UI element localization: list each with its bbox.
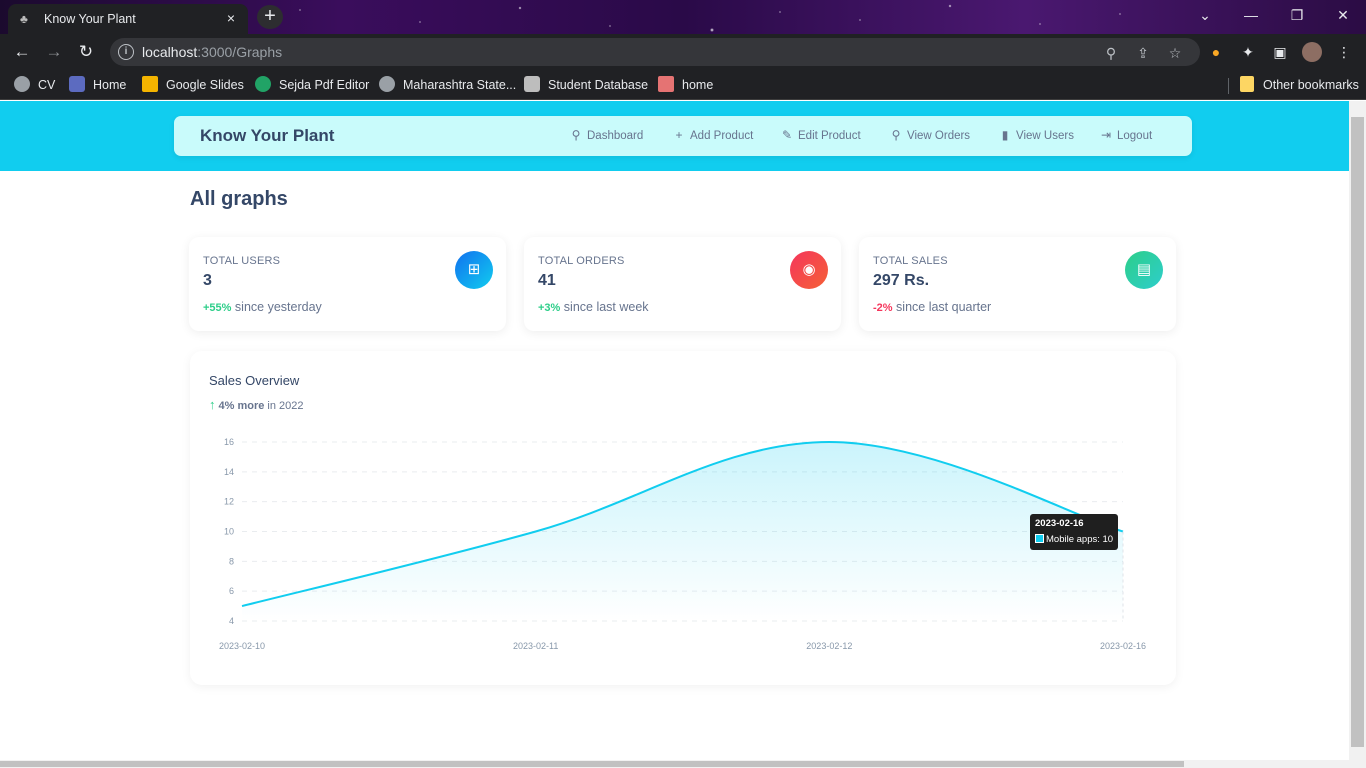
minimize-icon[interactable]: — [1228, 0, 1274, 32]
page-title: All graphs [190, 188, 288, 210]
tooltip-date: 2023-02-16 [1035, 518, 1084, 529]
browser-tab[interactable]: ♣ Know Your Plant × [8, 4, 248, 34]
bookmark-favicon-icon [69, 76, 85, 92]
users-icon: ⊞ [455, 251, 493, 289]
bookmark-maharashtra[interactable]: Maharashtra State... [379, 76, 516, 94]
plus-icon: + [675, 128, 683, 142]
bookmark-google-slides[interactable]: Google Slides [142, 76, 244, 94]
browser-tab-bar: ♣ Know Your Plant × + ⌄ — ❐ ✕ [0, 0, 1366, 34]
nav-view-users[interactable]: ▮ View Users [999, 128, 1074, 142]
extension-icon[interactable]: ● [1206, 42, 1226, 62]
nav-view-orders[interactable]: ⚲ View Orders [890, 128, 970, 142]
stat-value: 41 [538, 272, 556, 289]
tooltip-value: Mobile apps: 10 [1035, 534, 1113, 545]
search-icon: ⚲ [891, 128, 901, 142]
pencil-icon: ✎ [781, 128, 793, 142]
site-info-icon[interactable]: i [118, 44, 134, 60]
globe-icon [379, 76, 395, 92]
tab-title: Know Your Plant [44, 12, 136, 26]
scrollbar-thumb[interactable] [1351, 117, 1364, 747]
database-icon [524, 76, 540, 92]
chart-title: Sales Overview [209, 373, 300, 388]
extensions-puzzle-icon[interactable]: ✦ [1238, 42, 1258, 62]
stat-label: Total Sales [873, 255, 948, 267]
globe-icon [14, 76, 30, 92]
logout-icon: ⇥ [1100, 128, 1112, 142]
chart-subtitle: ↑ 4% more in 2022 [209, 397, 304, 412]
stat-card-sales: Total Sales 297 Rs. -2% since last quart… [859, 237, 1176, 331]
reload-icon[interactable]: ↻ [74, 40, 98, 64]
stat-change: -2% since last quarter [873, 300, 992, 314]
folder-icon [1240, 76, 1254, 92]
nav-add-product[interactable]: + Add Product [673, 128, 753, 142]
tab-search-icon[interactable]: ⌄ [1182, 0, 1228, 32]
nav-dashboard[interactable]: ⚲ Dashboard [570, 128, 644, 142]
stat-label: Total Orders [538, 255, 625, 267]
bookmark-star-icon[interactable]: ☆ [1166, 44, 1184, 62]
bookmark-separator [1228, 78, 1229, 94]
new-tab-button[interactable]: + [257, 5, 283, 29]
nav-logout[interactable]: ⇥ Logout [1100, 128, 1152, 142]
slides-icon [142, 76, 158, 92]
url-text: localhost:3000/Graphs [142, 44, 283, 60]
address-bar[interactable]: i localhost:3000/Graphs ⚲ ⇪ ☆ [110, 38, 1200, 66]
y-tick-label: 14 [224, 467, 234, 477]
chart-tooltip: 2023-02-16 Mobile apps: 10 [1030, 514, 1118, 550]
side-panel-icon[interactable]: ▣ [1270, 42, 1290, 62]
stat-label: Total Users [203, 255, 281, 267]
bookmark-home[interactable]: Home [69, 76, 126, 94]
y-tick-label: 8 [229, 556, 234, 566]
stat-card-orders: Total Orders 41 +3% since last week ◉ [524, 237, 841, 331]
y-tick-label: 10 [224, 527, 234, 537]
sejda-icon [255, 76, 271, 92]
y-tick-label: 4 [229, 616, 234, 626]
y-tick-label: 16 [224, 437, 234, 447]
bookmark-student-database[interactable]: Student Database [524, 76, 648, 94]
other-bookmarks[interactable]: Other bookmarks [1240, 76, 1359, 94]
series-swatch [1035, 534, 1044, 543]
arrow-up-icon: ↑ [209, 397, 216, 412]
tab-favicon-icon: ♣ [20, 12, 28, 26]
stat-change: +55% since yesterday [203, 300, 322, 314]
nav-edit-product[interactable]: ✎ Edit Product [781, 128, 861, 142]
sales-chart: 16 14 12 10 8 6 4 2023-02-10 2023-02-11 2023-02-1… [219, 437, 1146, 651]
horizontal-scrollbar[interactable] [0, 760, 1349, 768]
zoom-icon[interactable]: ⚲ [1102, 44, 1120, 62]
stat-value: 297 Rs. [873, 272, 930, 289]
bookmark-favicon-icon [658, 76, 674, 92]
bookmark-sejda[interactable]: Sejda Pdf Editor [255, 76, 369, 94]
browser-toolbar: ← → ↻ i localhost:3000/Graphs ⚲ ⇪ ☆ ● ✦ … [0, 34, 1366, 70]
sales-overview-card: 16 14 12 10 8 6 4 2023-02-10 2023-02-11 2023-02-1… [190, 351, 1176, 685]
forward-icon[interactable]: → [42, 40, 66, 64]
close-window-icon[interactable]: ✕ [1320, 0, 1366, 32]
x-tick-label: 2023-02-11 [513, 641, 558, 651]
page-content: Know Your Plant ⚲ Dashboard + Add Product … [0, 101, 1349, 760]
trash-icon: ▮ [1001, 128, 1009, 142]
x-tick-label: 2023-02-10 [219, 641, 265, 651]
bookmark-cv[interactable]: CV [14, 76, 55, 94]
back-icon[interactable]: ← [10, 40, 34, 64]
search-icon: ⚲ [571, 128, 581, 142]
profile-avatar[interactable] [1302, 42, 1322, 62]
y-tick-label: 6 [229, 586, 234, 596]
menu-icon[interactable]: ⋮ [1334, 42, 1354, 62]
stat-change: +3% since last week [538, 300, 649, 314]
x-tick-label: 2023-02-12 [806, 641, 852, 651]
app-navbar: Know Your Plant ⚲ Dashboard + Add Product … [174, 116, 1192, 156]
vertical-scrollbar[interactable] [1349, 101, 1366, 768]
brand-title[interactable]: Know Your Plant [200, 126, 334, 146]
x-tick-label: 2023-02-16 [1100, 641, 1146, 651]
share-icon[interactable]: ⇪ [1134, 44, 1152, 62]
stat-value: 3 [203, 272, 212, 289]
bookmark-home-2[interactable]: home [658, 76, 713, 94]
scrollbar-thumb[interactable] [0, 761, 1184, 767]
bookmarks-bar: CV Home Google Slides Sejda Pdf Editor M… [0, 70, 1366, 100]
orders-icon: ◉ [790, 251, 828, 289]
stat-card-users: Total Users 3 +55% since yesterday ⊞ [189, 237, 506, 331]
restore-icon[interactable]: ❐ [1274, 0, 1320, 32]
sales-icon: ▤ [1125, 251, 1163, 289]
y-tick-label: 12 [224, 497, 234, 507]
tab-close-icon[interactable]: × [222, 9, 240, 27]
